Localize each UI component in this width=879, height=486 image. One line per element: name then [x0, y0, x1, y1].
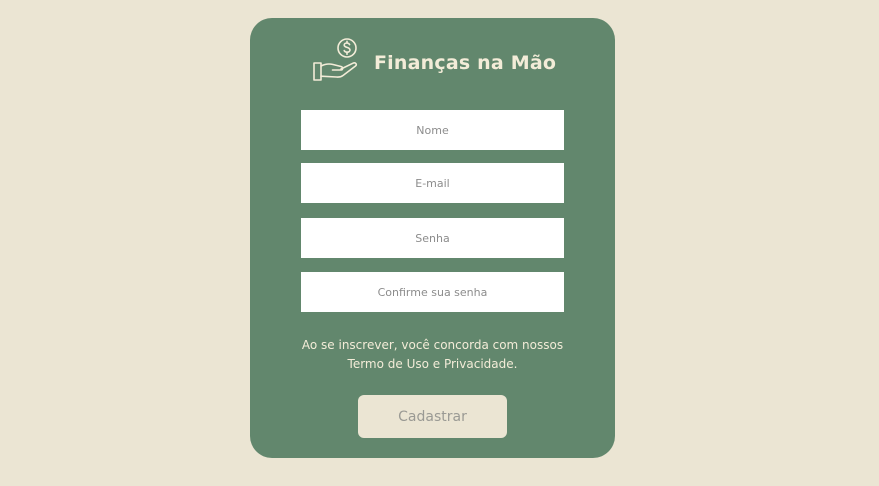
- confirm-password-input[interactable]: [301, 272, 564, 312]
- app-title: Finanças na Mão: [374, 52, 557, 74]
- terms-notice: Ao se inscrever, você concorda com nosso…: [270, 336, 595, 374]
- terms-line-2: Termo de Uso e Privacidade.: [347, 357, 518, 371]
- brand-header: Finanças na Mão: [312, 37, 556, 85]
- terms-line-1: Ao se inscrever, você concorda com nosso…: [301, 338, 564, 352]
- password-input[interactable]: [301, 218, 564, 258]
- name-input[interactable]: [301, 110, 564, 150]
- register-button[interactable]: Cadastrar: [358, 395, 507, 438]
- signup-card: Finanças na Mão Ao se inscrever, você co…: [250, 18, 615, 458]
- hand-holding-coin-icon: [313, 38, 358, 81]
- email-input[interactable]: [301, 163, 564, 203]
